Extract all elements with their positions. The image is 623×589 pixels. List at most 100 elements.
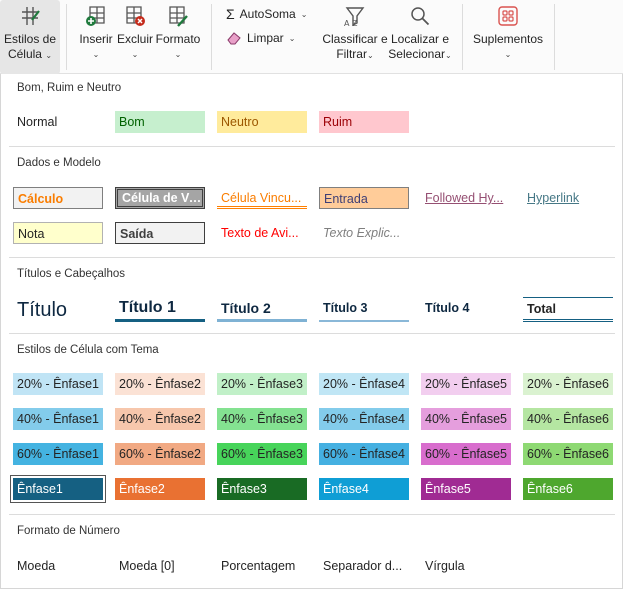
style-accent-cell[interactable]: 60% - Ênfase6 <box>523 443 613 465</box>
style-check-cell[interactable]: Célula de Ve... <box>115 187 205 209</box>
style-accent-cell[interactable]: Ênfase5 <box>421 478 511 500</box>
search-icon <box>411 7 430 26</box>
style-accent-cell[interactable]: 20% - Ênfase1 <box>13 373 103 395</box>
style-accent-cell[interactable]: Ênfase6 <box>523 478 613 500</box>
ribbon: Estilos de Célula ⌄ Inserir ⌄ Excluir ⌄ … <box>0 0 623 74</box>
insert-button[interactable]: Inserir ⌄ <box>76 4 116 62</box>
style-input[interactable]: Entrada <box>319 187 409 209</box>
chevron-down-icon: ⌄ <box>174 50 182 59</box>
style-title[interactable]: Título <box>13 296 103 324</box>
style-currency[interactable]: Moeda <box>13 555 103 577</box>
style-note[interactable]: Nota <box>13 222 103 244</box>
sort-filter-label-2: Filtrar <box>336 47 367 61</box>
format-label: Formato <box>155 32 201 46</box>
style-accent-cell[interactable]: 60% - Ênfase4 <box>319 443 409 465</box>
style-thousands-separator[interactable]: Separador d... <box>319 555 409 577</box>
style-accent-cell[interactable]: 20% - Ênfase6 <box>523 373 613 395</box>
ribbon-separator <box>554 4 555 70</box>
format-button[interactable]: Formato ⌄ <box>155 4 201 62</box>
sigma-icon: Σ <box>226 6 235 22</box>
insert-label: Inserir <box>79 32 113 46</box>
ribbon-separator <box>66 4 67 70</box>
section-title-themed-cell-styles: Estilos de Célula com Tema <box>17 344 159 356</box>
style-good[interactable]: Bom <box>115 111 205 133</box>
chevron-down-icon: ⌄ <box>45 51 53 60</box>
style-accent-cell[interactable]: 20% - Ênfase3 <box>217 373 307 395</box>
insert-cells-icon <box>86 6 105 26</box>
style-bad[interactable]: Ruim <box>319 111 409 133</box>
style-heading-2[interactable]: Título 2 <box>217 297 307 322</box>
style-hyperlink[interactable]: Hyperlink <box>523 187 613 209</box>
cell-styles-gallery: Bom, Ruim e Neutro Normal Bom Neutro Rui… <box>0 74 623 589</box>
add-ins-button[interactable]: Suplementos ⌄ <box>470 4 546 62</box>
style-accent-cell[interactable]: 40% - Ênfase3 <box>217 408 307 430</box>
style-output[interactable]: Saída <box>115 222 205 244</box>
ribbon-separator <box>211 4 212 70</box>
find-select-label-1: Localizar e <box>390 32 450 46</box>
style-warning-text[interactable]: Texto de Avi... <box>217 222 307 244</box>
style-accent-cell[interactable]: 40% - Ênfase1 <box>13 408 103 430</box>
divider <box>9 146 615 147</box>
style-comma[interactable]: Vírgula <box>421 555 511 577</box>
find-select-button[interactable]: Localizar e Selecionar⌄ <box>388 4 452 63</box>
style-calculation[interactable]: Cálculo <box>13 187 103 209</box>
svg-text:A Z: A Z <box>344 19 358 28</box>
divider <box>9 333 615 334</box>
delete-button[interactable]: Excluir ⌄ <box>116 4 154 62</box>
style-accent-cell[interactable]: 60% - Ênfase1 <box>13 443 103 465</box>
cell-styles-icon <box>22 7 40 25</box>
style-accent-cell[interactable]: 20% - Ênfase2 <box>115 373 205 395</box>
autosum-button[interactable]: Σ AutoSoma ⌄ <box>226 6 307 22</box>
divider <box>9 514 615 515</box>
style-accent-cell[interactable]: Ênfase4 <box>319 478 409 500</box>
divider <box>9 257 615 258</box>
ribbon-separator <box>462 4 463 70</box>
add-ins-icon <box>498 6 518 26</box>
add-ins-label: Suplementos <box>472 32 544 46</box>
chevron-down-icon: ⌄ <box>288 33 296 43</box>
format-cells-icon <box>169 6 188 27</box>
style-accent-cell[interactable]: Ênfase3 <box>217 478 307 500</box>
chevron-down-icon: ⌄ <box>445 51 452 60</box>
style-accent-cell[interactable]: 60% - Ênfase3 <box>217 443 307 465</box>
sort-filter-label-1: Classificar e <box>322 32 388 46</box>
style-accent-cell[interactable]: 40% - Ênfase4 <box>319 408 409 430</box>
style-heading-1[interactable]: Título 1 <box>115 297 205 322</box>
style-accent-cell[interactable]: 20% - Ênfase5 <box>421 373 511 395</box>
clear-button[interactable]: Limpar ⌄ <box>226 31 295 45</box>
find-select-label-2: Selecionar <box>388 47 445 61</box>
eraser-icon <box>227 32 241 45</box>
sort-filter-button[interactable]: A Z Classificar e Filtrar⌄ <box>322 4 388 63</box>
style-heading-4[interactable]: Título 4 <box>421 297 511 322</box>
cell-styles-button[interactable]: Estilos de Célula ⌄ <box>0 0 60 74</box>
cell-styles-label-2: Célula <box>7 47 42 61</box>
style-normal[interactable]: Normal <box>13 111 103 133</box>
style-accent-cell-selected[interactable]: Ênfase1 <box>10 475 106 503</box>
section-title-titles-headings: Títulos e Cabeçalhos <box>17 268 126 280</box>
section-title-number-format: Formato de Número <box>17 525 120 537</box>
style-accent-cell[interactable]: 60% - Ênfase5 <box>421 443 511 465</box>
style-accent-cell[interactable]: 40% - Ênfase5 <box>421 408 511 430</box>
style-explanatory-text[interactable]: Texto Explic... <box>319 222 409 244</box>
autosum-label: AutoSoma <box>239 7 296 21</box>
chevron-down-icon: ⌄ <box>131 50 139 59</box>
style-neutral[interactable]: Neutro <box>217 111 307 133</box>
section-title-good-bad-neutral: Bom, Ruim e Neutro <box>17 82 122 94</box>
section-title-data-model: Dados e Modelo <box>17 157 101 169</box>
style-total[interactable]: Total <box>523 297 613 322</box>
style-accent-cell[interactable]: 20% - Ênfase4 <box>319 373 409 395</box>
style-currency-0[interactable]: Moeda [0] <box>115 555 205 577</box>
style-heading-3[interactable]: Título 3 <box>319 297 409 322</box>
chevron-down-icon: ⌄ <box>504 50 512 59</box>
style-accent-cell[interactable]: Ênfase2 <box>115 478 205 500</box>
sort-filter-icon: A Z <box>344 7 365 28</box>
style-followed-hyperlink[interactable]: Followed Hy... <box>421 187 511 209</box>
chevron-down-icon: ⌄ <box>366 51 374 60</box>
delete-label: Excluir <box>116 32 153 46</box>
style-percent[interactable]: Porcentagem <box>217 555 307 577</box>
style-accent-cell[interactable]: 40% - Ênfase2 <box>115 408 205 430</box>
chevron-down-icon: ⌄ <box>92 50 100 59</box>
style-linked-cell[interactable]: Célula Vincu... <box>217 187 307 209</box>
style-accent-cell[interactable]: 40% - Ênfase6 <box>523 408 613 430</box>
style-accent-cell[interactable]: 60% - Ênfase2 <box>115 443 205 465</box>
